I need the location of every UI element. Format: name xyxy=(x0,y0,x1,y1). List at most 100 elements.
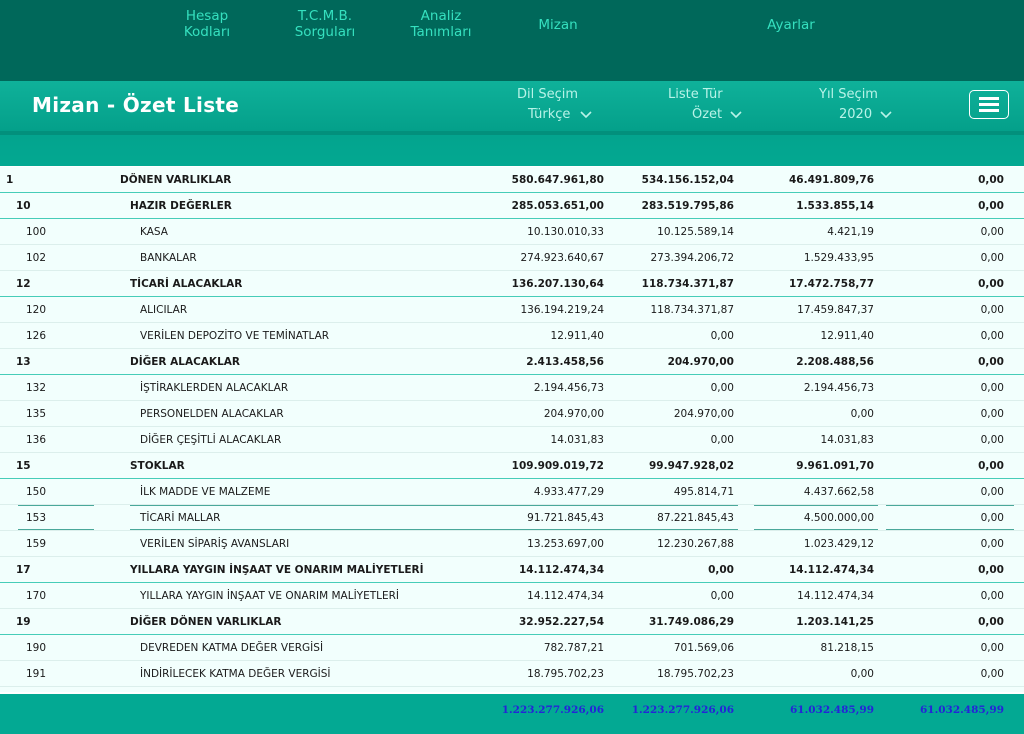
account-name: HAZIR DEĞERLER xyxy=(130,200,232,212)
nav-item-label: Analiz xyxy=(420,8,462,24)
amount-cell: 118.734.371,87 xyxy=(641,278,734,290)
amount-cell: 0,00 xyxy=(980,538,1004,550)
amount-cell: 0,00 xyxy=(980,304,1004,316)
account-row[interactable]: 135 PERSONELDEN ALACAKLAR 204.970,00 204.97… xyxy=(0,401,1024,427)
amount-cell: 274.923.640,67 xyxy=(520,252,605,264)
amount-cell: 13.253.697,00 xyxy=(527,538,604,550)
account-row[interactable]: 132 İŞTİRAKLERDEN ALACAKLAR 2.194.456,73 0,… xyxy=(0,375,1024,401)
amount-cell: 14.112.474,34 xyxy=(788,564,874,576)
account-name: PERSONELDEN ALACAKLAR xyxy=(140,408,284,420)
amount-cell: 10.125.589,14 xyxy=(657,226,734,238)
amount-cell: 2.194.456,73 xyxy=(533,382,604,394)
amount-cell: 14.112.474,34 xyxy=(797,590,874,602)
account-name: KASA xyxy=(140,226,168,238)
account-row[interactable]: 153 TİCARİ MALLAR 91.721.845,43 87.221.845,… xyxy=(0,505,1024,531)
nav-item-mizan[interactable]: Mizan xyxy=(528,17,588,33)
account-name: DİĞER ALACAKLAR xyxy=(130,356,240,368)
amount-cell: 0,00 xyxy=(980,668,1004,680)
amount-cell: 9.961.091,70 xyxy=(796,460,874,472)
account-name: DEVREDEN KATMA DEĞER VERGİSİ xyxy=(140,642,324,654)
amount-cell: 31.749.086,29 xyxy=(648,616,734,628)
page-header: Mizan - Özet Liste Dil Seçim Türkçe List… xyxy=(0,81,1024,131)
account-row[interactable]: 102 BANKALAR 274.923.640,67 273.394.206,72 1… xyxy=(0,245,1024,271)
amount-cell: 0,00 xyxy=(980,382,1004,394)
language-select-label: Dil Seçim xyxy=(517,87,579,102)
account-code: 190 xyxy=(26,642,47,654)
account-row[interactable]: 120 ALICILAR 136.194.219,24 118.734.371,87 1… xyxy=(0,297,1024,323)
amount-cell: 136.207.130,64 xyxy=(511,278,604,290)
amount-cell: 0,00 xyxy=(710,382,734,394)
list-type-select-value: Özet xyxy=(692,107,723,122)
account-name: BANKALAR xyxy=(140,252,197,264)
language-select-value: Türkçe xyxy=(528,107,571,122)
amount-cell: 0,00 xyxy=(980,226,1004,238)
account-name: DİĞER DÖNEN VARLIKLAR xyxy=(130,616,282,628)
amount-cell: 14.112.474,34 xyxy=(527,590,604,602)
account-row[interactable]: 190 DEVREDEN KATMA DEĞER VERGİSİ 782.787,2… xyxy=(0,635,1024,661)
amount-cell: 87.221.845,43 xyxy=(607,505,738,530)
totals-footer: 1.223.277.926,06 1.223.277.926,06 61.032… xyxy=(0,694,1024,734)
account-code: 1 xyxy=(6,174,14,186)
account-group-row[interactable]: 1 DÖNEN VARLIKLAR 580.647.961,80 534.156.15… xyxy=(0,167,1024,193)
nav-item-ayarlar[interactable]: Ayarlar xyxy=(756,17,826,33)
menu-button[interactable] xyxy=(969,90,1009,119)
nav-item-analiz-tanimlari[interactable]: Analiz Tanımları xyxy=(405,8,477,40)
amount-cell: 0,00 xyxy=(980,434,1004,446)
amount-cell: 4.933.477,29 xyxy=(533,486,604,498)
account-name: YILLARA YAYGIN İNŞAAT VE ONARIM MALİYETL… xyxy=(130,564,424,576)
account-row[interactable]: 126 VERİLEN DEPOZİTO VE TEMİNATLAR 12.911,… xyxy=(0,323,1024,349)
total-value-3: 61.032.485,99 xyxy=(789,704,874,716)
account-row[interactable]: 150 İLK MADDE VE MALZEME 4.933.477,29 495.8… xyxy=(0,479,1024,505)
account-group-row[interactable]: 17 YILLARA YAYGIN İNŞAAT VE ONARIM MALİYE… xyxy=(0,557,1024,583)
amount-cell: 0,00 xyxy=(883,505,1015,530)
account-group-row[interactable]: 15 STOKLAR 109.909.019,72 99.947.928,02 9.96… xyxy=(0,453,1024,479)
account-code: 19 xyxy=(16,616,31,628)
account-row[interactable]: 191 İNDİRİLECEK KATMA DEĞER VERGİSİ 18.795… xyxy=(0,661,1024,687)
account-row[interactable]: 136 DİĞER ÇEŞİTLİ ALACAKLAR 14.031,83 0,00 1… xyxy=(0,427,1024,453)
amount-cell: 534.156.152,04 xyxy=(641,174,734,186)
amount-cell: 204.970,00 xyxy=(667,356,734,368)
account-name: ALICILAR xyxy=(140,304,188,316)
account-group-row[interactable]: 19 DİĞER DÖNEN VARLIKLAR 32.952.227,54 31.7… xyxy=(0,609,1024,635)
list-type-select-label: Liste Tür xyxy=(668,87,723,102)
account-code: 136 xyxy=(26,434,47,446)
account-name: İŞTİRAKLERDEN ALACAKLAR xyxy=(140,382,289,394)
amount-cell: 46.491.809,76 xyxy=(788,174,874,186)
amount-cell: 273.394.206,72 xyxy=(650,252,735,264)
top-navigation: Hesap Kodları T.C.M.B. Sorguları Analiz … xyxy=(0,0,1024,81)
account-name: TİCARİ ALACAKLAR xyxy=(130,278,243,290)
account-code: 13 xyxy=(16,356,31,368)
nav-item-label: T.C.M.B. xyxy=(297,8,353,24)
app-window: Hesap Kodları T.C.M.B. Sorguları Analiz … xyxy=(0,0,1024,734)
amount-cell: 0,00 xyxy=(710,330,734,342)
amount-cell: 12.911,40 xyxy=(820,330,874,342)
account-code: 150 xyxy=(26,486,47,498)
amount-cell: 0,00 xyxy=(978,278,1004,290)
amount-cell: 0,00 xyxy=(980,486,1004,498)
account-group-row[interactable]: 12 TİCARİ ALACAKLAR 136.207.130,64 118.734.… xyxy=(0,271,1024,297)
year-select-value: 2020 xyxy=(839,107,873,122)
account-row[interactable]: 159 VERİLEN SİPARİŞ AVANSLARI 13.253.697,0… xyxy=(0,531,1024,557)
account-code: 159 xyxy=(26,538,47,550)
nav-item-label: Mizan xyxy=(538,17,578,33)
amount-cell: 0,00 xyxy=(850,668,874,680)
amount-cell: 0,00 xyxy=(710,434,734,446)
account-group-row[interactable]: 10 HAZIR DEĞERLER 285.053.651,00 283.519.79… xyxy=(0,193,1024,219)
nav-item-label: Hesap xyxy=(185,8,229,24)
amount-cell: 1.203.141,25 xyxy=(796,616,874,628)
amount-cell: 17.459.847,37 xyxy=(797,304,874,316)
account-code: 15 xyxy=(16,460,31,472)
nav-item-tcmb-sorgulari[interactable]: T.C.M.B. Sorguları xyxy=(288,8,362,40)
amount-cell: 0,00 xyxy=(980,590,1004,602)
amount-cell: 0,00 xyxy=(978,616,1004,628)
amount-cell: 2.413.458,56 xyxy=(526,356,604,368)
account-row[interactable]: 100 KASA 10.130.010,33 10.125.589,14 4.421,1… xyxy=(0,219,1024,245)
account-row[interactable]: 170 YILLARA YAYGIN İNŞAAT VE ONARIM MALİY… xyxy=(0,583,1024,609)
account-name: STOKLAR xyxy=(130,460,185,472)
account-group-row[interactable]: 13 DİĞER ALACAKLAR 2.413.458,56 204.970,00 2… xyxy=(0,349,1024,375)
amount-cell: 99.947.928,02 xyxy=(648,460,734,472)
account-code: 191 xyxy=(26,668,47,680)
amount-cell: 4.500.000,00 xyxy=(753,505,879,530)
amount-cell: 4.437.662,58 xyxy=(803,486,874,498)
nav-item-hesap-kodlari[interactable]: Hesap Kodları xyxy=(176,8,238,40)
